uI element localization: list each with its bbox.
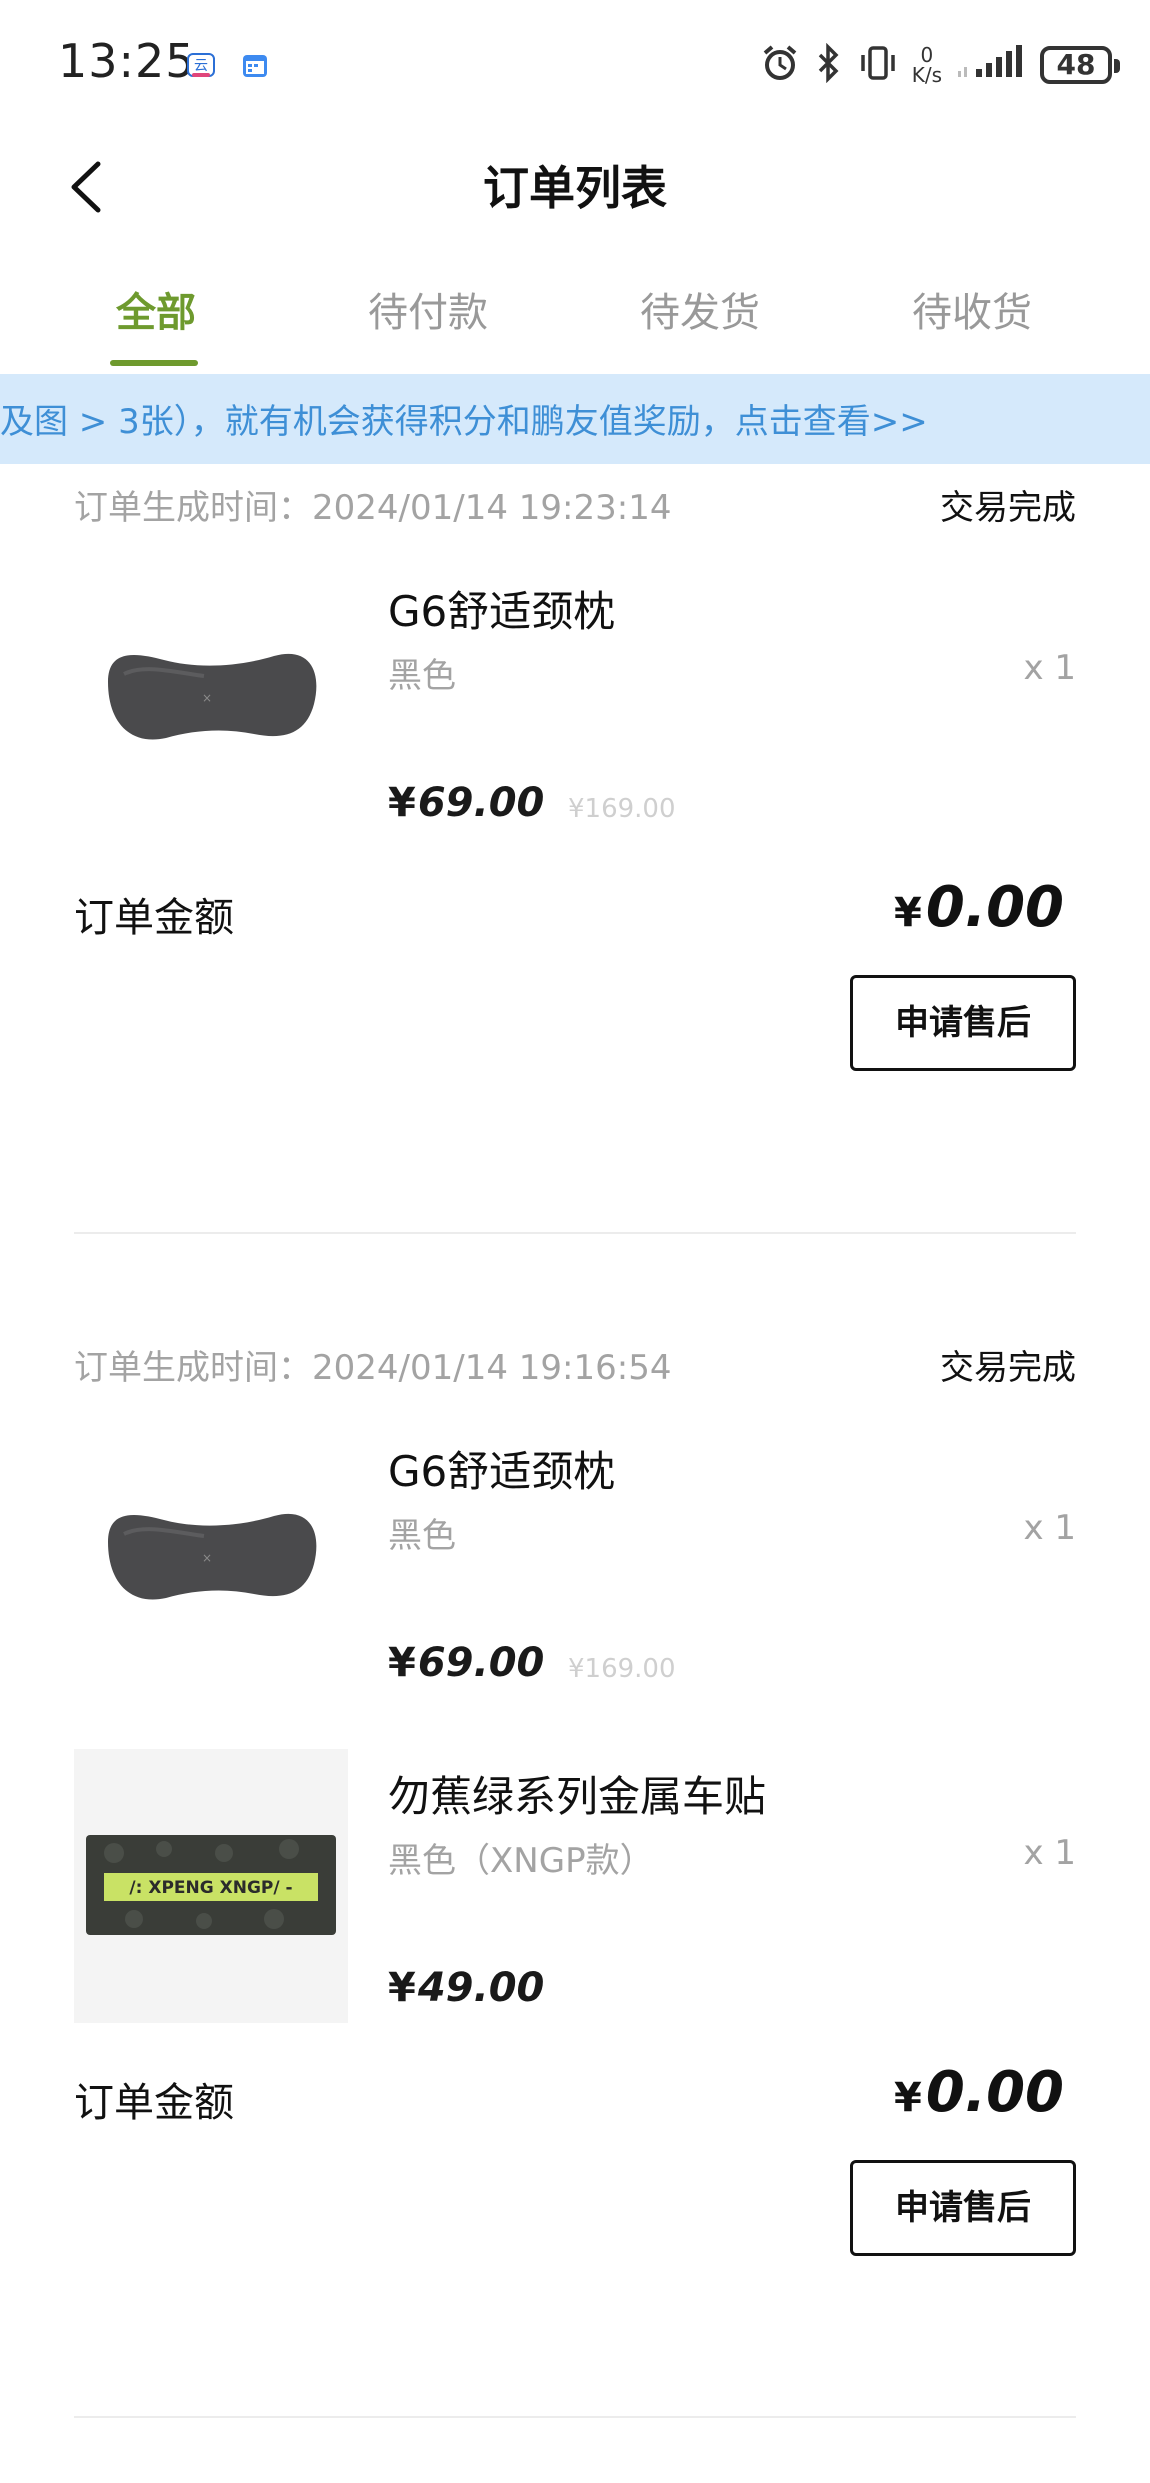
order-time: 订单生成时间：2024/01/14 19:23:14 xyxy=(74,488,672,528)
after-sale-button[interactable]: 申请售后 xyxy=(850,975,1076,1071)
tab-pending-payment[interactable]: 待付款 xyxy=(292,262,564,372)
order-card: 订单生成时间：2024/01/14 19:16:54 交易完成 × G6舒适颈枕… xyxy=(74,1340,1076,2256)
item-price: ¥69.00 xyxy=(388,780,544,826)
order-status: 交易完成 xyxy=(940,488,1076,528)
order-divider xyxy=(74,2416,1076,2418)
signal-icon xyxy=(956,43,1026,87)
app-notification-icon: 云 xyxy=(186,50,216,80)
currency-symbol: ¥ xyxy=(893,890,922,936)
item-original-price: ¥169.00 xyxy=(568,1654,676,1684)
order-status: 交易完成 xyxy=(940,1348,1076,1388)
currency-symbol: ¥ xyxy=(388,1965,416,2011)
order-tabs: 全部 待付款 待发货 待收货 xyxy=(0,262,1150,372)
page-title: 订单列表 xyxy=(483,161,667,215)
status-time: 13:25 xyxy=(58,34,196,88)
item-spec: 黑色 xyxy=(388,1516,456,1556)
svg-text:×: × xyxy=(202,691,212,705)
order-total-label: 订单金额 xyxy=(74,2080,234,2126)
currency-symbol: ¥ xyxy=(893,2075,922,2121)
order-total-row: 订单金额 ¥0.00 申请售后 xyxy=(74,2050,1076,2256)
order-item[interactable]: × G6舒适颈枕 黑色 x 1 ¥69.00 ¥169.00 xyxy=(74,1400,1076,1725)
item-price-value: 69.00 xyxy=(417,1640,545,1686)
calendar-notification-icon xyxy=(240,50,270,80)
car-sticker-image: /: XPENG XNGP/ - xyxy=(74,1749,348,2023)
item-original-price: ¥169.00 xyxy=(568,794,676,824)
item-name: G6舒适颈枕 xyxy=(388,587,616,636)
alarm-icon xyxy=(760,43,800,87)
order-divider xyxy=(74,1232,1076,1234)
item-price: ¥69.00 xyxy=(388,1640,544,1686)
currency-symbol: ¥ xyxy=(388,1640,416,1686)
order-time: 订单生成时间：2024/01/14 19:16:54 xyxy=(74,1348,672,1388)
promo-banner-text: 及图 > 3张），就有机会获得积分和鹏友值奖励，点击查看>> xyxy=(0,402,928,442)
header: 订单列表 xyxy=(0,130,1150,240)
order-item[interactable]: × G6舒适颈枕 黑色 x 1 ¥69.00 ¥169.00 xyxy=(74,540,1076,865)
tab-pending-receipt[interactable]: 待收货 xyxy=(836,262,1108,372)
tab-pending-shipment[interactable]: 待发货 xyxy=(564,262,836,372)
status-bar: 13:25 云 0 K/s 48 xyxy=(0,0,1150,130)
order-total-value: ¥0.00 xyxy=(894,875,1064,940)
item-spec: 黑色 xyxy=(388,656,456,696)
order-total-row: 订单金额 ¥0.00 申请售后 xyxy=(74,865,1076,1071)
order-total-value: ¥0.00 xyxy=(894,2060,1064,2125)
currency-symbol: ¥ xyxy=(388,780,416,826)
vibrate-icon xyxy=(858,43,898,87)
battery-indicator: 48 xyxy=(1040,46,1120,84)
item-spec: 黑色（XNGP款） xyxy=(388,1841,654,1881)
order-total-label: 订单金额 xyxy=(74,895,234,941)
order-total-amount: 0.00 xyxy=(925,875,1064,940)
tab-all[interactable]: 全部 xyxy=(20,262,292,372)
sticker-text: /: XPENG XNGP/ - xyxy=(129,1878,292,1898)
order-card: 订单生成时间：2024/01/14 19:23:14 交易完成 × G6舒适颈枕… xyxy=(74,480,1076,1071)
after-sale-button[interactable]: 申请售后 xyxy=(850,2160,1076,2256)
item-name: G6舒适颈枕 xyxy=(388,1447,616,1496)
svg-text:×: × xyxy=(202,1551,212,1565)
item-quantity: x 1 xyxy=(1023,1833,1076,1873)
net-speed-unit: K/s xyxy=(911,63,942,87)
item-price-value: 69.00 xyxy=(417,780,545,826)
status-icons: 0 K/s 48 xyxy=(760,40,1120,90)
neck-pillow-image: × xyxy=(74,1424,348,1698)
item-quantity: x 1 xyxy=(1023,1508,1076,1548)
item-price: ¥49.00 xyxy=(388,1965,544,2011)
svg-text:云: 云 xyxy=(194,58,208,74)
bluetooth-icon xyxy=(814,42,844,87)
net-speed: 0 K/s xyxy=(912,45,942,85)
neck-pillow-image: × xyxy=(74,564,348,838)
order-header: 订单生成时间：2024/01/14 19:23:14 交易完成 xyxy=(74,480,1076,540)
item-name: 勿蕉绿系列金属车贴 xyxy=(388,1772,767,1821)
item-price-value: 49.00 xyxy=(417,1965,545,2011)
order-header: 订单生成时间：2024/01/14 19:16:54 交易完成 xyxy=(74,1340,1076,1400)
order-item[interactable]: /: XPENG XNGP/ - 勿蕉绿系列金属车贴 黑色（XNGP款） x 1… xyxy=(74,1725,1076,2050)
promo-banner[interactable]: 及图 > 3张），就有机会获得积分和鹏友值奖励，点击查看>> xyxy=(0,374,1150,464)
order-total-amount: 0.00 xyxy=(925,2060,1064,2125)
item-quantity: x 1 xyxy=(1023,648,1076,688)
